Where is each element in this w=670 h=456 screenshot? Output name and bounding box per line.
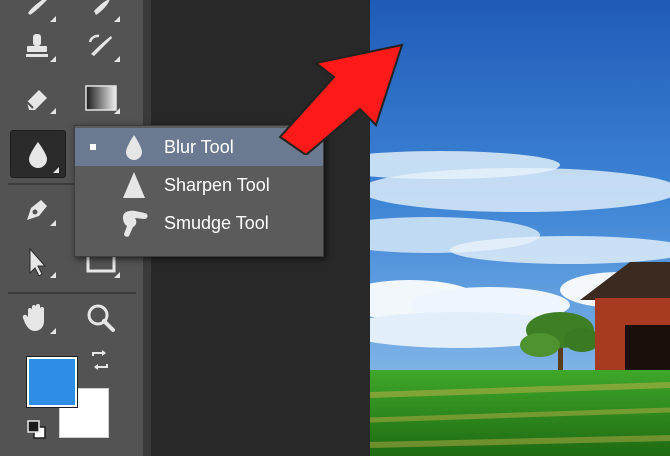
blur-icon bbox=[29, 142, 47, 168]
foreground-color-swatch[interactable] bbox=[27, 357, 77, 407]
hand-tool-button[interactable] bbox=[12, 298, 62, 338]
swap-colors-button[interactable] bbox=[88, 348, 112, 376]
default-colors-icon bbox=[27, 420, 46, 439]
clone-stamp-tool-button[interactable] bbox=[12, 26, 62, 66]
brush-icon bbox=[28, 0, 47, 15]
zoom-icon bbox=[87, 304, 115, 332]
swap-colors-icon bbox=[92, 350, 108, 370]
default-colors-button[interactable] bbox=[26, 419, 48, 445]
history-brush-icon bbox=[94, 0, 110, 15]
pen-icon bbox=[27, 200, 47, 220]
blur-tool-button[interactable] bbox=[10, 130, 66, 178]
path-select-tool-button[interactable] bbox=[12, 242, 62, 282]
gradient-icon bbox=[85, 85, 117, 111]
annotation-arrow-icon bbox=[278, 43, 404, 155]
flyout-item-sharpen-tool[interactable]: Sharpen Tool bbox=[75, 166, 323, 204]
eraser-icon bbox=[26, 90, 47, 110]
sharpen-cone-icon bbox=[119, 168, 149, 202]
brush-tool-button[interactable] bbox=[12, 0, 62, 26]
hand-icon bbox=[22, 304, 44, 331]
pen-tool-button[interactable] bbox=[12, 190, 62, 230]
clone-stamp-icon bbox=[26, 34, 48, 57]
flyout-item-label: Sharpen Tool bbox=[164, 174, 270, 195]
flyout-item-label: Blur Tool bbox=[164, 136, 234, 157]
flyout-item-smudge-tool[interactable]: Smudge Tool bbox=[75, 204, 323, 242]
toolbar-divider bbox=[8, 292, 136, 294]
selected-bullet bbox=[90, 144, 96, 150]
eraser-tool-button[interactable] bbox=[12, 78, 62, 118]
history-brush-tool-button[interactable] bbox=[76, 0, 126, 26]
history-brush-alt-icon bbox=[88, 34, 112, 56]
flyout-item-label: Smudge Tool bbox=[164, 212, 269, 233]
history-brush-alt-tool-button[interactable] bbox=[76, 26, 126, 66]
blur-drop-icon bbox=[119, 130, 149, 164]
zoom-tool-button[interactable] bbox=[76, 298, 126, 338]
gradient-tool-button[interactable] bbox=[76, 78, 126, 118]
smudge-finger-icon bbox=[119, 206, 149, 240]
path-select-icon bbox=[29, 247, 47, 277]
